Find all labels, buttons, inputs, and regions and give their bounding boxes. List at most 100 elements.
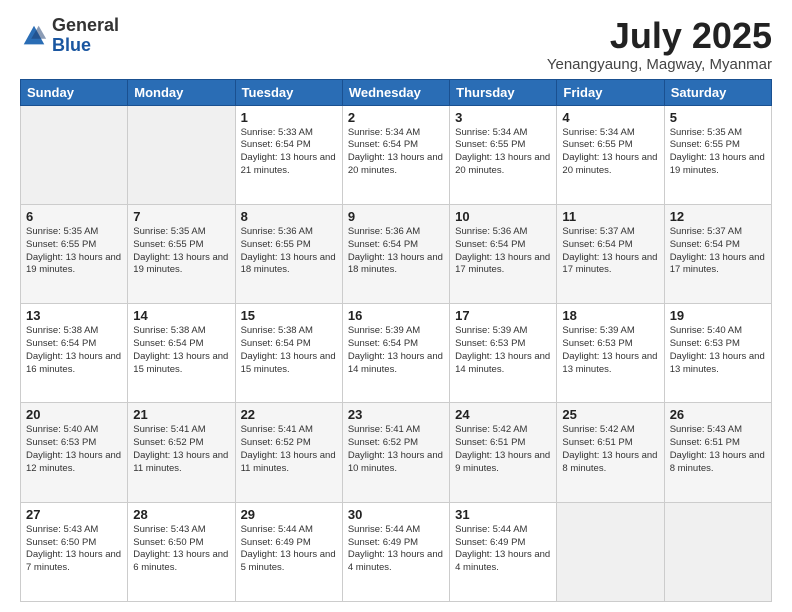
col-sunday: Sunday <box>21 79 128 105</box>
day-number: 30 <box>348 507 444 522</box>
calendar-cell: 25Sunrise: 5:42 AM Sunset: 6:51 PM Dayli… <box>557 403 664 502</box>
calendar-cell: 15 Sunrise: 5:38 AM Sunset: 6:54 PM Dayli… <box>235 304 342 403</box>
day-info: Sunrise: 5:37 AM Sunset: 6:54 PM Dayligh… <box>562 226 658 277</box>
day-number: 10 <box>455 209 551 224</box>
day-info: Sunrise: 5:38 AM Sunset: 6:54 PM Dayligh… <box>241 325 337 376</box>
calendar-cell: 14 Sunrise: 5:38 AM Sunset: 6:54 PM Dayli… <box>128 304 235 403</box>
day-info: Sunrise: 5:39 AM Sunset: 6:53 PM Dayligh… <box>562 325 658 376</box>
calendar-header-row: Sunday Monday Tuesday Wednesday Thursday… <box>21 79 772 105</box>
calendar-cell <box>664 502 771 601</box>
day-info: Sunrise: 5:40 AM Sunset: 6:53 PM Dayligh… <box>26 424 122 475</box>
logo-general-text: General <box>52 16 119 36</box>
day-number: 11 <box>562 209 658 224</box>
day-number: 26 <box>670 407 766 422</box>
day-number: 6 <box>26 209 122 224</box>
day-info: Sunrise: 5:34 AM Sunset: 6:55 PM Dayligh… <box>455 127 551 178</box>
calendar-cell: 23Sunrise: 5:41 AM Sunset: 6:52 PM Dayli… <box>342 403 449 502</box>
calendar-cell: 26 Sunrise: 5:43 AM Sunset: 6:51 PM Dayli… <box>664 403 771 502</box>
day-number: 23 <box>348 407 444 422</box>
day-number: 1 <box>241 110 337 125</box>
calendar-cell: 28 Sunrise: 5:43 AM Sunset: 6:50 PM Dayli… <box>128 502 235 601</box>
day-number: 20 <box>26 407 122 422</box>
day-info: Sunrise: 5:35 AM Sunset: 6:55 PM Dayligh… <box>670 127 766 178</box>
col-wednesday: Wednesday <box>342 79 449 105</box>
calendar-cell: 4 Sunrise: 5:34 AM Sunset: 6:55 PM Daylig… <box>557 105 664 204</box>
calendar-cell <box>21 105 128 204</box>
day-number: 12 <box>670 209 766 224</box>
day-number: 16 <box>348 308 444 323</box>
day-number: 21 <box>133 407 229 422</box>
calendar-cell: 3 Sunrise: 5:34 AM Sunset: 6:55 PM Daylig… <box>450 105 557 204</box>
calendar-table: Sunday Monday Tuesday Wednesday Thursday… <box>20 79 772 602</box>
calendar-cell <box>128 105 235 204</box>
calendar-week-row: 1 Sunrise: 5:33 AM Sunset: 6:54 PM Daylig… <box>21 105 772 204</box>
day-info: Sunrise: 5:41 AM Sunset: 6:52 PM Dayligh… <box>133 424 229 475</box>
col-monday: Monday <box>128 79 235 105</box>
day-info: Sunrise: 5:34 AM Sunset: 6:54 PM Dayligh… <box>348 127 444 178</box>
main-title: July 2025 <box>547 16 772 56</box>
day-info: Sunrise: 5:38 AM Sunset: 6:54 PM Dayligh… <box>26 325 122 376</box>
day-info: Sunrise: 5:37 AM Sunset: 6:54 PM Dayligh… <box>670 226 766 277</box>
day-number: 15 <box>241 308 337 323</box>
logo: General Blue <box>20 16 119 56</box>
calendar-cell: 24Sunrise: 5:42 AM Sunset: 6:51 PM Dayli… <box>450 403 557 502</box>
calendar-cell: 18 Sunrise: 5:39 AM Sunset: 6:53 PM Dayli… <box>557 304 664 403</box>
day-number: 31 <box>455 507 551 522</box>
col-thursday: Thursday <box>450 79 557 105</box>
day-number: 29 <box>241 507 337 522</box>
day-number: 7 <box>133 209 229 224</box>
col-saturday: Saturday <box>664 79 771 105</box>
calendar-week-row: 27 Sunrise: 5:43 AM Sunset: 6:50 PM Dayli… <box>21 502 772 601</box>
calendar-cell: 30 Sunrise: 5:44 AM Sunset: 6:49 PM Dayli… <box>342 502 449 601</box>
calendar-cell: 20 Sunrise: 5:40 AM Sunset: 6:53 PM Dayli… <box>21 403 128 502</box>
calendar-cell: 29 Sunrise: 5:44 AM Sunset: 6:49 PM Dayli… <box>235 502 342 601</box>
day-info: Sunrise: 5:38 AM Sunset: 6:54 PM Dayligh… <box>133 325 229 376</box>
day-number: 17 <box>455 308 551 323</box>
day-info: Sunrise: 5:33 AM Sunset: 6:54 PM Dayligh… <box>241 127 337 178</box>
calendar-cell: 21 Sunrise: 5:41 AM Sunset: 6:52 PM Dayli… <box>128 403 235 502</box>
day-number: 22 <box>241 407 337 422</box>
day-number: 4 <box>562 110 658 125</box>
day-info: Sunrise: 5:39 AM Sunset: 6:54 PM Dayligh… <box>348 325 444 376</box>
col-tuesday: Tuesday <box>235 79 342 105</box>
logo-blue-text: Blue <box>52 36 119 56</box>
day-number: 25 <box>562 407 658 422</box>
day-number: 19 <box>670 308 766 323</box>
day-info: Sunrise: 5:43 AM Sunset: 6:51 PM Dayligh… <box>670 424 766 475</box>
calendar-week-row: 20 Sunrise: 5:40 AM Sunset: 6:53 PM Dayli… <box>21 403 772 502</box>
day-number: 8 <box>241 209 337 224</box>
day-info: Sunrise: 5:35 AM Sunset: 6:55 PM Dayligh… <box>26 226 122 277</box>
page: General Blue July 2025 Yenangyaung, Magw… <box>0 0 792 612</box>
calendar-cell: 1 Sunrise: 5:33 AM Sunset: 6:54 PM Daylig… <box>235 105 342 204</box>
header: General Blue July 2025 Yenangyaung, Magw… <box>20 16 772 73</box>
day-number: 18 <box>562 308 658 323</box>
day-info: Sunrise: 5:43 AM Sunset: 6:50 PM Dayligh… <box>133 524 229 575</box>
day-info: Sunrise: 5:44 AM Sunset: 6:49 PM Dayligh… <box>455 524 551 575</box>
day-number: 27 <box>26 507 122 522</box>
subtitle: Yenangyaung, Magway, Myanmar <box>547 56 772 73</box>
day-info: Sunrise: 5:44 AM Sunset: 6:49 PM Dayligh… <box>348 524 444 575</box>
logo-icon <box>20 22 48 50</box>
day-info: Sunrise: 5:43 AM Sunset: 6:50 PM Dayligh… <box>26 524 122 575</box>
calendar-cell: 9 Sunrise: 5:36 AM Sunset: 6:54 PM Daylig… <box>342 204 449 303</box>
day-info: Sunrise: 5:44 AM Sunset: 6:49 PM Dayligh… <box>241 524 337 575</box>
day-info: Sunrise: 5:36 AM Sunset: 6:54 PM Dayligh… <box>348 226 444 277</box>
calendar-cell <box>557 502 664 601</box>
day-info: Sunrise: 5:41 AM Sunset: 6:52 PM Dayligh… <box>241 424 337 475</box>
day-info: Sunrise: 5:34 AM Sunset: 6:55 PM Dayligh… <box>562 127 658 178</box>
calendar-cell: 11 Sunrise: 5:37 AM Sunset: 6:54 PM Dayli… <box>557 204 664 303</box>
day-number: 3 <box>455 110 551 125</box>
day-number: 13 <box>26 308 122 323</box>
day-number: 2 <box>348 110 444 125</box>
calendar-cell: 8 Sunrise: 5:36 AM Sunset: 6:55 PM Daylig… <box>235 204 342 303</box>
day-info: Sunrise: 5:36 AM Sunset: 6:54 PM Dayligh… <box>455 226 551 277</box>
day-number: 28 <box>133 507 229 522</box>
day-number: 14 <box>133 308 229 323</box>
calendar-cell: 27 Sunrise: 5:43 AM Sunset: 6:50 PM Dayli… <box>21 502 128 601</box>
calendar-cell: 31 Sunrise: 5:44 AM Sunset: 6:49 PM Dayli… <box>450 502 557 601</box>
day-number: 9 <box>348 209 444 224</box>
calendar-cell: 5Sunrise: 5:35 AM Sunset: 6:55 PM Daylig… <box>664 105 771 204</box>
calendar-cell: 6 Sunrise: 5:35 AM Sunset: 6:55 PM Daylig… <box>21 204 128 303</box>
calendar-week-row: 6 Sunrise: 5:35 AM Sunset: 6:55 PM Daylig… <box>21 204 772 303</box>
day-info: Sunrise: 5:36 AM Sunset: 6:55 PM Dayligh… <box>241 226 337 277</box>
